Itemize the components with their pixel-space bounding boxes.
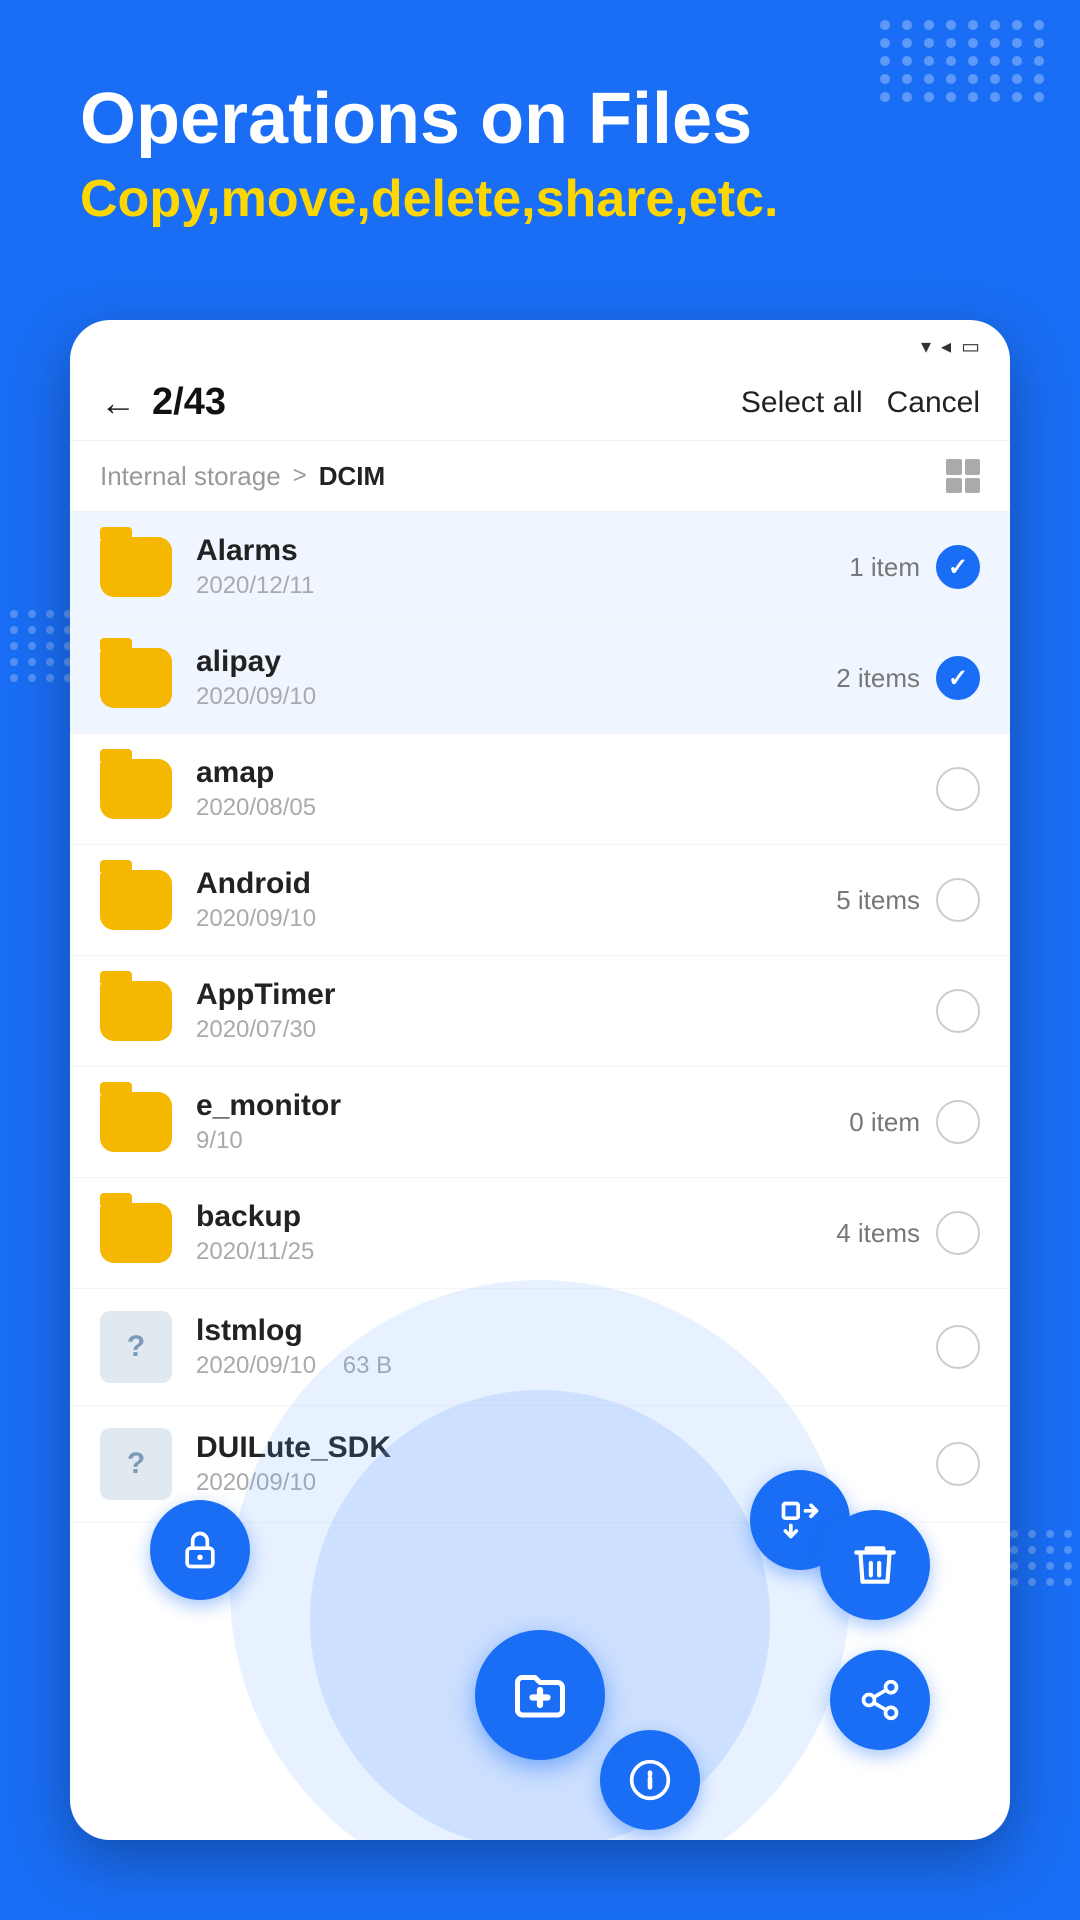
file-info: Android 2020/09/10 (196, 867, 836, 933)
file-date: 2020/08/05 (196, 794, 936, 822)
breadcrumb-storage[interactable]: Internal storage (100, 461, 281, 492)
fab-main-button[interactable] (475, 1630, 605, 1760)
file-count: 2 items (836, 663, 920, 694)
back-button[interactable]: ← (100, 382, 136, 424)
list-item[interactable]: Android 2020/09/10 5 items (70, 845, 1010, 956)
file-date: 9/10 (196, 1127, 849, 1155)
file-info: e_monitor 9/10 (196, 1089, 849, 1155)
view-toggle-button[interactable] (946, 459, 980, 493)
file-count: 1 item (849, 552, 920, 583)
file-count: 5 items (836, 885, 920, 916)
checkbox[interactable] (936, 1325, 980, 1369)
unknown-file-icon: ? (100, 1311, 172, 1383)
file-name: amap (196, 756, 936, 790)
file-info: AppTimer 2020/07/30 (196, 978, 936, 1044)
info-icon (628, 1758, 672, 1802)
breadcrumb-chevron-icon: > (293, 462, 307, 490)
breadcrumb-path: Internal storage > DCIM (100, 461, 385, 492)
list-item[interactable]: AppTimer 2020/07/30 (70, 956, 1010, 1067)
unknown-file-icon: ? (100, 1428, 172, 1500)
page-title: Operations on Files (80, 80, 778, 159)
status-bar: ▾ ◂ ▭ (70, 320, 1010, 365)
info-button[interactable] (600, 1730, 700, 1830)
file-name: Android (196, 867, 836, 901)
file-name: Alarms (196, 534, 849, 568)
file-name: backup (196, 1200, 836, 1234)
file-count: 0 item (849, 1107, 920, 1138)
file-info: lstmlog 2020/09/10 63 B (196, 1314, 936, 1380)
file-name: AppTimer (196, 978, 936, 1012)
folder-icon (100, 981, 172, 1041)
checkbox[interactable] (936, 989, 980, 1033)
share-button[interactable] (830, 1650, 930, 1750)
add-folder-icon (510, 1665, 570, 1725)
checkbox[interactable] (936, 1442, 980, 1486)
folder-icon (100, 648, 172, 708)
cancel-button[interactable]: Cancel (887, 386, 980, 420)
header-section: Operations on Files Copy,move,delete,sha… (80, 80, 778, 229)
wifi-icon: ▾ (921, 334, 931, 359)
app-header: ← 2/43 Select all Cancel (70, 365, 1010, 441)
file-name: alipay (196, 645, 836, 679)
file-name: lstmlog (196, 1314, 936, 1348)
lock-button[interactable] (150, 1500, 250, 1600)
file-info: amap 2020/08/05 (196, 756, 936, 822)
folder-icon (100, 870, 172, 930)
file-date: 2020/07/30 (196, 1016, 936, 1044)
file-date: 2020/09/10 (196, 683, 836, 711)
bg-dots-bottom-right (1000, 1520, 1080, 1720)
checkbox[interactable] (936, 767, 980, 811)
list-item[interactable]: alipay 2020/09/10 2 items (70, 623, 1010, 734)
file-date: 2020/09/10 63 B (196, 1352, 936, 1380)
bg-dots-left (0, 600, 80, 800)
file-info: backup 2020/11/25 (196, 1200, 836, 1266)
trash-icon (850, 1540, 900, 1590)
folder-icon (100, 537, 172, 597)
page-subtitle: Copy,move,delete,share,etc. (80, 169, 778, 229)
phone-card: ▾ ◂ ▭ ← 2/43 Select all Cancel Internal … (70, 320, 1010, 1840)
list-item[interactable]: ? lstmlog 2020/09/10 63 B (70, 1289, 1010, 1406)
lock-icon (178, 1528, 222, 1572)
list-item[interactable]: Alarms 2020/12/11 1 item (70, 512, 1010, 623)
select-all-button[interactable]: Select all (741, 386, 863, 420)
file-name: e_monitor (196, 1089, 849, 1123)
file-date: 2020/09/10 (196, 905, 836, 933)
file-info: Alarms 2020/12/11 (196, 534, 849, 600)
header-actions: Select all Cancel (741, 386, 980, 420)
list-item[interactable]: e_monitor 9/10 0 item (70, 1067, 1010, 1178)
bg-dots-top-right (860, 0, 1080, 200)
file-name: DUILute_SDK (196, 1431, 936, 1465)
folder-icon (100, 1092, 172, 1152)
signal-icon: ◂ (941, 334, 951, 359)
checkbox[interactable] (936, 1211, 980, 1255)
checkbox[interactable] (936, 878, 980, 922)
folder-icon (100, 759, 172, 819)
folder-icon (100, 1203, 172, 1263)
list-item[interactable]: backup 2020/11/25 4 items (70, 1178, 1010, 1289)
checkbox[interactable] (936, 1100, 980, 1144)
checkbox[interactable] (936, 545, 980, 589)
file-date: 2020/11/25 (196, 1238, 836, 1266)
file-list: Alarms 2020/12/11 1 item alipay 2020/09/… (70, 512, 1010, 1523)
file-info: alipay 2020/09/10 (196, 645, 836, 711)
selection-count: 2/43 (152, 381, 741, 424)
file-count: 4 items (836, 1218, 920, 1249)
battery-icon: ▭ (961, 334, 980, 359)
checkbox[interactable] (936, 656, 980, 700)
list-item[interactable]: amap 2020/08/05 (70, 734, 1010, 845)
breadcrumb-current: DCIM (319, 461, 385, 492)
delete-button[interactable] (820, 1510, 930, 1620)
share-icon (858, 1678, 902, 1722)
file-date: 2020/12/11 (196, 572, 849, 600)
move-icon (778, 1498, 822, 1542)
breadcrumb: Internal storage > DCIM (70, 441, 1010, 512)
